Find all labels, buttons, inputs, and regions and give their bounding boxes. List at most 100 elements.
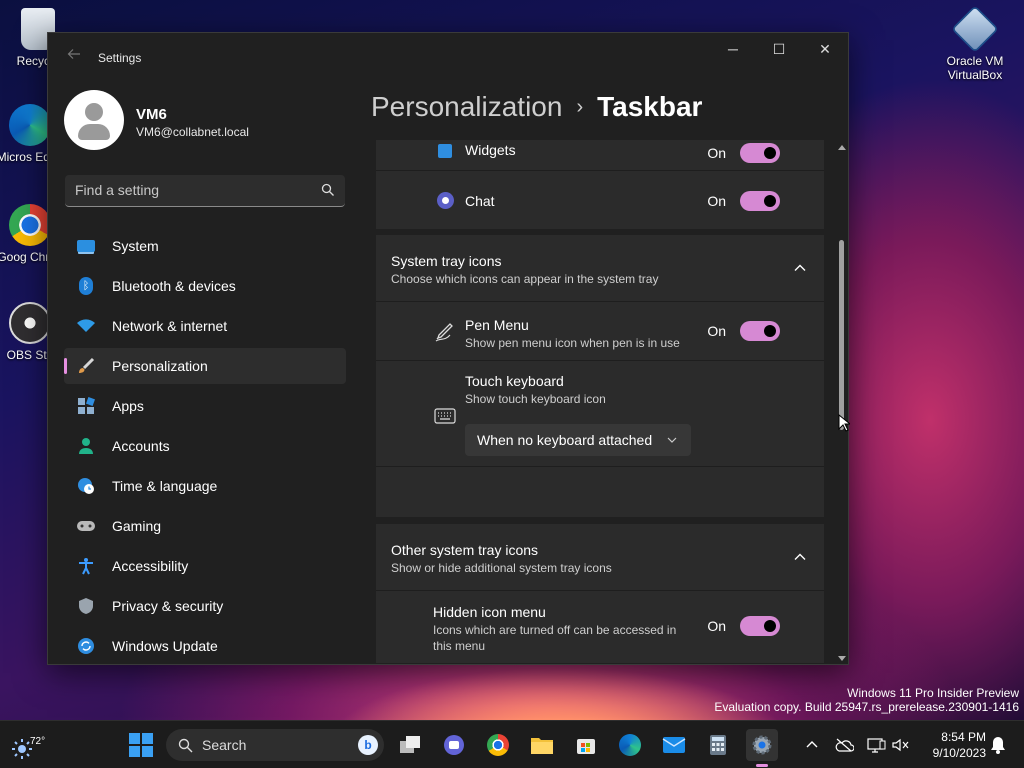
sidebar-item-label: Gaming [112, 518, 162, 534]
brush-icon [76, 356, 96, 376]
breadcrumb: Personalization › Taskbar [371, 91, 702, 123]
find-setting-search[interactable] [65, 175, 345, 207]
pen-menu-toggle[interactable] [740, 321, 780, 341]
mouse-cursor-icon [838, 414, 850, 432]
touch-keyboard-dropdown[interactable]: When no keyboard attached [465, 424, 691, 456]
hidden-icon-menu-row[interactable]: Hidden icon menu Icons which are turned … [376, 591, 824, 663]
chat-row[interactable]: Chat On [376, 171, 824, 229]
system-tray-desc: Choose which icons can appear in the sys… [391, 272, 659, 286]
taskbar-search[interactable]: Search b [166, 729, 384, 761]
update-icon [76, 636, 96, 656]
scroll-down-arrow-icon[interactable] [838, 654, 846, 662]
settings-taskbar-button[interactable] [746, 729, 778, 767]
task-view-button[interactable] [394, 729, 426, 761]
chevron-up-icon[interactable] [794, 262, 806, 274]
store-button[interactable] [570, 729, 602, 761]
minimize-button[interactable]: ─ [710, 33, 756, 65]
toggle-state: On [707, 618, 726, 634]
sidebar-item-privacy[interactable]: Privacy & security [64, 588, 346, 624]
empty-row [376, 467, 824, 517]
search-input[interactable] [75, 175, 305, 205]
sidebar-item-label: Privacy & security [112, 598, 224, 614]
toggle-state: On [707, 145, 726, 161]
desktop-icon-virtualbox[interactable]: Oracle VM VirtualBox [937, 5, 1013, 82]
clock-date: 9/10/2023 [932, 746, 986, 760]
hidden-menu-toggle[interactable] [740, 616, 780, 636]
touch-keyboard-title: Touch keyboard [465, 373, 564, 389]
wifi-icon [76, 316, 96, 336]
edge-icon [619, 734, 641, 756]
network-icon[interactable] [866, 735, 886, 755]
edge-taskbar-button[interactable] [614, 729, 646, 761]
pen-menu-row[interactable]: Pen Menu Show pen menu icon when pen is … [376, 302, 824, 360]
other-tray-icons-header[interactable]: Other system tray icons Show or hide add… [376, 524, 824, 590]
widgets-label: Widgets [465, 142, 516, 158]
taskbar: 72° Search b 8:54 PM 9/10/2023 [0, 720, 1024, 768]
sidebar-item-gaming[interactable]: Gaming [64, 508, 346, 544]
chat-label: Chat [465, 193, 495, 209]
sidebar-item-bluetooth[interactable]: ᛒ Bluetooth & devices [64, 268, 346, 304]
other-tray-desc: Show or hide additional system tray icon… [391, 561, 612, 575]
toggle-state: On [707, 323, 726, 339]
scroll-up-arrow-icon[interactable] [838, 144, 846, 152]
hidden-menu-toggle-group: On [707, 616, 780, 636]
chat-toggle[interactable] [740, 191, 780, 211]
system-tray-title: System tray icons [391, 253, 502, 269]
widgets-icon [438, 144, 452, 158]
notifications-bell-icon[interactable] [988, 735, 1008, 755]
weather-widget[interactable]: 72° [8, 727, 45, 763]
hidden-menu-desc-line1: Icons which are turned off can be access… [433, 623, 677, 637]
bluetooth-icon: ᛒ [76, 276, 96, 296]
clock[interactable]: 8:54 PM 9/10/2023 [918, 729, 986, 761]
system-tray-icons-header[interactable]: System tray icons Choose which icons can… [376, 235, 824, 301]
sidebar-item-accounts[interactable]: Accounts [64, 428, 346, 464]
apps-icon [76, 396, 96, 416]
chrome-taskbar-button[interactable] [482, 729, 514, 761]
pen-menu-desc: Show pen menu icon when pen is in use [465, 336, 680, 350]
folder-icon [531, 738, 553, 754]
bing-icon[interactable]: b [358, 735, 378, 755]
toggle-state: On [707, 193, 726, 209]
sidebar-item-accessibility[interactable]: Accessibility [64, 548, 346, 584]
content-scrollbar[interactable] [836, 140, 848, 664]
maximize-button[interactable]: ☐ [756, 33, 802, 65]
sidebar-item-label: Time & language [112, 478, 218, 494]
scrollbar-thumb[interactable] [839, 240, 844, 430]
sidebar-item-apps[interactable]: Apps [64, 388, 346, 424]
desktop-icon-label: Oracle VM VirtualBox [946, 54, 1004, 82]
other-tray-title: Other system tray icons [391, 542, 539, 558]
windows-logo-icon [129, 733, 153, 757]
sidebar-item-label: Personalization [112, 358, 208, 374]
breadcrumb-parent[interactable]: Personalization [371, 91, 562, 122]
mail-button[interactable] [658, 729, 690, 761]
sidebar-item-label: Accessibility [112, 558, 189, 574]
sidebar-item-windows-update[interactable]: Windows Update [64, 628, 346, 664]
pen-icon [435, 323, 453, 342]
onedrive-icon[interactable] [834, 735, 854, 755]
system-icon [76, 236, 96, 256]
teams-chat-button[interactable] [438, 729, 470, 761]
hidden-menu-desc-line2: this menu [433, 639, 486, 653]
file-explorer-button[interactable] [526, 729, 558, 761]
watermark-line-1: Windows 11 Pro Insider Preview [847, 686, 1019, 700]
start-button[interactable] [129, 733, 153, 757]
volume-muted-icon[interactable] [890, 735, 910, 755]
gamepad-icon [76, 516, 96, 536]
edge-icon [9, 104, 51, 146]
widgets-row[interactable]: Widgets On [376, 140, 824, 170]
show-hidden-icons-button[interactable] [802, 735, 822, 755]
calculator-button[interactable] [702, 729, 734, 761]
teams-chat-icon [444, 735, 464, 755]
pen-menu-title: Pen Menu [465, 317, 529, 333]
sidebar-item-network[interactable]: Network & internet [64, 308, 346, 344]
sidebar-item-personalization[interactable]: Personalization [64, 348, 346, 384]
back-arrow-icon [67, 49, 80, 59]
widgets-toggle-group: On [707, 143, 780, 163]
back-button[interactable] [64, 47, 84, 67]
accessibility-icon [76, 556, 96, 576]
sidebar-item-time-language[interactable]: Time & language [64, 468, 346, 504]
close-button[interactable]: ✕ [802, 33, 848, 65]
chevron-up-icon[interactable] [794, 551, 806, 563]
sidebar-item-system[interactable]: System [64, 228, 346, 264]
widgets-toggle[interactable] [740, 143, 780, 163]
